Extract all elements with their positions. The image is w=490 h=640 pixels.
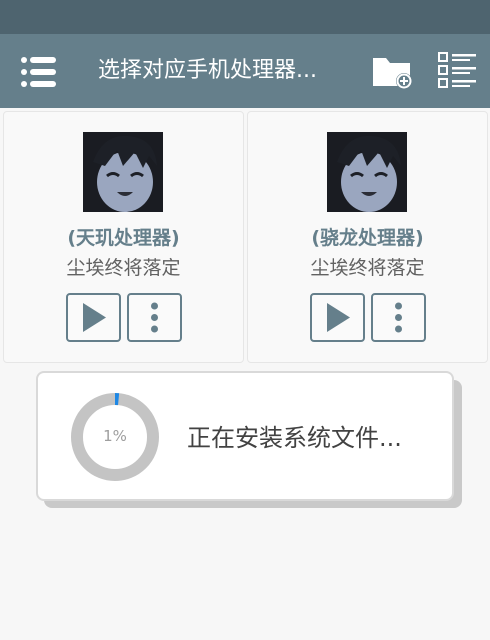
processor-desc: 尘埃终将落定 bbox=[310, 257, 425, 279]
processor-card-dimensity: (天玑处理器) 尘埃终将落定 bbox=[3, 111, 244, 363]
folder-add-icon[interactable] bbox=[370, 52, 414, 92]
progress-message: 正在安装系统文件... bbox=[187, 424, 402, 452]
more-vert-icon bbox=[151, 302, 158, 333]
page-title: 选择对应手机处理器... bbox=[98, 58, 317, 83]
avatar bbox=[83, 132, 163, 212]
processor-name: (骁龙处理器) bbox=[311, 227, 424, 249]
checklist-icon[interactable] bbox=[436, 50, 480, 92]
play-button[interactable] bbox=[310, 293, 365, 342]
processor-card-snapdragon: (骁龙处理器) 尘埃终将落定 bbox=[247, 111, 488, 363]
processor-desc: 尘埃终将落定 bbox=[66, 257, 181, 279]
processor-name: (天玑处理器) bbox=[67, 227, 180, 249]
play-button[interactable] bbox=[66, 293, 121, 342]
more-button[interactable] bbox=[371, 293, 426, 342]
progress-percent: 1% bbox=[103, 427, 127, 445]
more-vert-icon bbox=[395, 302, 402, 333]
avatar bbox=[327, 132, 407, 212]
menu-icon[interactable] bbox=[16, 52, 60, 92]
status-bar bbox=[0, 0, 490, 34]
toolbar: 选择对应手机处理器... bbox=[0, 34, 490, 108]
progress-dialog: 1% 正在安装系统文件... bbox=[36, 371, 454, 501]
more-button[interactable] bbox=[127, 293, 182, 342]
